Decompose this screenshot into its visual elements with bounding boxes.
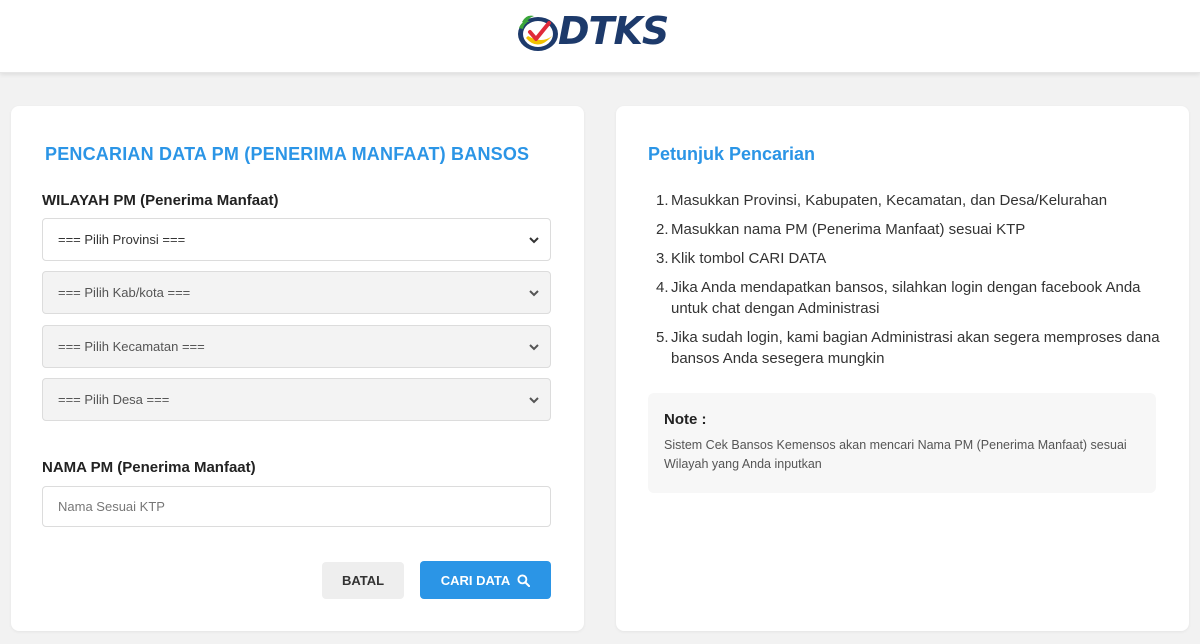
name-input[interactable]: Nama Sesuai KTP bbox=[42, 486, 551, 527]
instructions-card: Petunjuk Pencarian 1. Masukkan Provinsi, … bbox=[616, 106, 1189, 631]
logo-text: DTKS bbox=[558, 9, 669, 53]
desa-select[interactable]: === Pilih Desa === bbox=[42, 378, 551, 421]
desa-select-value: === Pilih Desa === bbox=[58, 392, 170, 407]
province-select-value: === Pilih Provinsi === bbox=[58, 232, 186, 247]
step-number: 3. bbox=[656, 250, 669, 267]
chevron-down-icon bbox=[529, 396, 539, 403]
kabkota-select[interactable]: === Pilih Kab/kota === bbox=[42, 271, 551, 314]
dtks-logo[interactable]: DTKS bbox=[516, 6, 684, 56]
instructions-list: 1. Masukkan Provinsi, Kabupaten, Kecamata… bbox=[656, 190, 1166, 377]
step-text: Masukkan Provinsi, Kabupaten, Kecamatan,… bbox=[671, 192, 1108, 209]
name-label: NAMA PM (Penerima Manfaat) bbox=[42, 459, 256, 476]
cancel-button-label: BATAL bbox=[341, 573, 385, 588]
search-form-title: PENCARIAN DATA PM (PENERIMA MANFAAT) BAN… bbox=[45, 144, 530, 164]
search-button-label: CARI DATA bbox=[440, 572, 511, 588]
search-icon bbox=[517, 573, 531, 587]
kecamatan-select-value: === Pilih Kecamatan === bbox=[58, 339, 205, 354]
step-text: Klik tombol CARI DATA bbox=[671, 250, 827, 267]
step-text: Jika sudah login, kami bagian Administra… bbox=[671, 329, 1160, 367]
region-label: WILAYAH PM (Penerima Manfaat) bbox=[42, 192, 279, 209]
dtks-emblem-icon bbox=[518, 15, 558, 51]
step-number: 2. bbox=[656, 221, 669, 238]
chevron-down-icon bbox=[529, 236, 539, 243]
note-text: Sistem Cek Bansos Kemensos akan mencari … bbox=[664, 438, 1127, 471]
chevron-down-icon bbox=[529, 289, 539, 296]
province-select[interactable]: === Pilih Provinsi === bbox=[42, 218, 551, 261]
note-title: Note : bbox=[664, 411, 707, 428]
step-number: 4. bbox=[656, 279, 669, 296]
search-button[interactable]: CARI DATA bbox=[420, 561, 551, 599]
step-number: 1. bbox=[656, 192, 669, 209]
instructions-title: Petunjuk Pencarian bbox=[648, 144, 816, 164]
kabkota-select-value: === Pilih Kab/kota === bbox=[58, 285, 191, 300]
chevron-down-icon bbox=[529, 343, 539, 350]
list-item: 1. Masukkan Provinsi, Kabupaten, Kecamata… bbox=[656, 190, 1166, 211]
top-header: DTKS bbox=[0, 0, 1200, 73]
step-number: 5. bbox=[656, 329, 669, 346]
step-text: Masukkan nama PM (Penerima Manfaat) sesu… bbox=[671, 221, 1026, 238]
note-box: Note : Sistem Cek Bansos Kemensos akan m… bbox=[648, 393, 1156, 493]
list-item: 2. Masukkan nama PM (Penerima Manfaat) se… bbox=[656, 219, 1166, 240]
name-input-placeholder: Nama Sesuai KTP bbox=[58, 499, 165, 514]
search-form-card: PENCARIAN DATA PM (PENERIMA MANFAAT) BAN… bbox=[11, 106, 584, 631]
list-item: 3. Klik tombol CARI DATA bbox=[656, 248, 1166, 269]
list-item: 5. Jika sudah login, kami bagian Administ… bbox=[656, 327, 1166, 369]
cancel-button[interactable]: BATAL bbox=[322, 562, 404, 599]
step-text: Jika Anda mendapatkan bansos, silahkan l… bbox=[671, 279, 1141, 317]
list-item: 4. Jika Anda mendapatkan bansos, silahkan… bbox=[656, 277, 1166, 319]
kecamatan-select[interactable]: === Pilih Kecamatan === bbox=[42, 325, 551, 368]
